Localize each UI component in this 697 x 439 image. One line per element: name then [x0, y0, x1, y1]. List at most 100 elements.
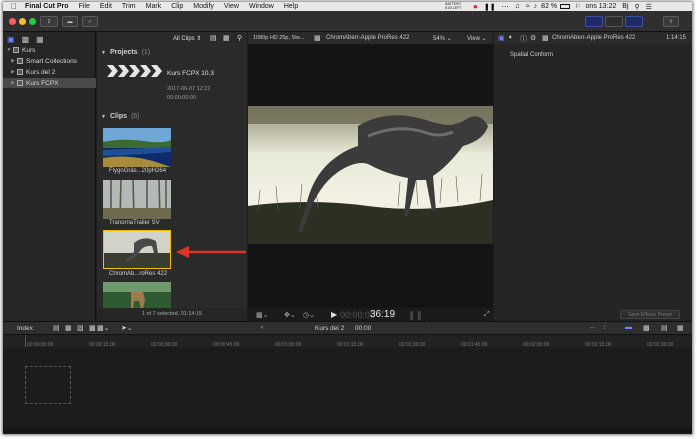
clip-filter-menu[interactable]: All Clips ⇕ — [173, 35, 201, 42]
flag-icon[interactable]: ⚐ — [575, 3, 580, 10]
sidebar-tabs: ▣ ▩ ▦ — [7, 34, 97, 44]
audio-skimming-icon[interactable]: ↕ — [603, 324, 607, 331]
info-inspector-icon[interactable]: ⓘ — [520, 34, 527, 44]
show-browser-button[interactable] — [585, 16, 603, 27]
viewer-view-menu[interactable]: View ⌄ — [467, 35, 487, 42]
timeline[interactable] — [3, 347, 692, 434]
trim-tool-icon[interactable]: ✥⌄ — [284, 311, 296, 319]
event-browser: ▼ Projects (1) Kurs FCPX 10.3 2017-06-07… — [97, 44, 247, 321]
disclosure-closed-icon[interactable]: ▶ — [9, 69, 17, 75]
clip-appearance-icon[interactable]: ▤ — [210, 34, 217, 42]
clips-section-header[interactable]: ▼ Clips (6) — [101, 113, 140, 120]
wifi-icon[interactable]: ≈ — [526, 3, 530, 10]
timeline-index-button[interactable]: Index — [17, 325, 33, 332]
menu-modify[interactable]: Modify — [193, 3, 214, 10]
disclosure-open-icon[interactable]: ▼ — [101, 50, 106, 56]
share-inspector-icon[interactable]: ⚙ — [530, 34, 536, 42]
photos-tab-icon[interactable]: ▩ — [22, 35, 30, 44]
clip-appearance-icon[interactable]: ▤ — [661, 324, 668, 332]
battery-icon[interactable] — [560, 4, 571, 9]
sidebar-library-kurs[interactable]: ▼ Kurs — [3, 45, 96, 55]
viewer-timecode[interactable]: 36:19 — [370, 309, 395, 320]
timeline-forward-icon[interactable]: › — [428, 324, 430, 331]
libraries-tab-icon[interactable]: ▣ — [7, 35, 15, 44]
menu-edit[interactable]: Edit — [100, 3, 112, 10]
disclosure-closed-icon[interactable]: ▶ — [9, 80, 17, 86]
clip-thumbnail-selected[interactable] — [103, 230, 171, 269]
edit-menu-icon[interactable]: ▩⌄ — [97, 324, 109, 332]
sidebar-item-kurs-del-2[interactable]: ▶ Kurs del 2 — [3, 67, 96, 77]
project-thumbnail[interactable] — [107, 64, 162, 78]
share-button[interactable]: ⇧ — [663, 16, 679, 27]
clip-thumbnail[interactable] — [103, 282, 171, 309]
close-window-button[interactable] — [9, 18, 16, 25]
video-inspector-icon[interactable]: ▣ — [498, 34, 505, 42]
search-icon[interactable]: ⚲ — [635, 3, 640, 11]
zoom-window-button[interactable] — [29, 18, 36, 25]
viewer-format[interactable]: 1080p HD 25p, Ste... — [253, 35, 304, 41]
volume-icon[interactable]: ♪ — [534, 3, 538, 10]
menu-trim[interactable]: Trim — [122, 3, 136, 10]
menu-window[interactable]: Window — [249, 3, 274, 10]
save-effects-preset-button[interactable]: Save Effects Preset — [620, 310, 680, 319]
menu-clock[interactable]: ons 13:22 — [586, 3, 617, 10]
sidebar-item-label: Kurs FCPX — [26, 79, 59, 87]
timeline-scrollbar[interactable] — [3, 427, 692, 434]
apple-icon[interactable]:  — [11, 2, 17, 11]
menu-mark[interactable]: Mark — [146, 3, 162, 10]
fullscreen-icon[interactable]: ⤢ — [484, 311, 490, 319]
menu-help[interactable]: Help — [284, 3, 298, 10]
menu-file[interactable]: File — [79, 3, 90, 10]
timeline-project-name[interactable]: Kurs del 2 — [315, 325, 344, 332]
notification-center-icon[interactable]: ☰ — [646, 3, 652, 11]
clip-thumbnail[interactable] — [103, 180, 171, 219]
project-name[interactable]: Kurs FCPX 10.3 — [167, 70, 214, 77]
menu-view[interactable]: View — [224, 3, 239, 10]
record-icon[interactable]: ● — [473, 2, 478, 11]
disclosure-open-icon[interactable]: ▼ — [5, 47, 13, 53]
show-inspector-button[interactable] — [625, 16, 643, 27]
background-tasks-button[interactable]: ✓ — [82, 16, 98, 27]
empty-timeline-placeholder[interactable] — [25, 366, 71, 404]
disclosure-closed-icon[interactable]: ▶ — [9, 58, 17, 64]
timeline-ruler[interactable]: 00:00:00:00 00:00:15:00 00:00:30:00 00:0… — [3, 335, 692, 434]
clip-thumbnail[interactable] — [103, 128, 171, 167]
keyword-button[interactable]: ▬ — [62, 16, 78, 27]
sidebar-item-kurs-fcpx[interactable]: ▶ Kurs FCPX — [3, 78, 96, 88]
clips-count: (6) — [131, 113, 140, 120]
inspector: Spatial Conform Save Effects Preset — [494, 44, 692, 321]
play-button[interactable]: ▶ — [331, 310, 337, 319]
append-clip-icon[interactable]: ▧ — [77, 324, 84, 332]
effects-browser-icon[interactable]: ▦ — [677, 324, 684, 332]
transform-menu-icon[interactable]: ▩⌄ — [256, 311, 268, 319]
solo-icon[interactable]: ▬ — [625, 324, 632, 331]
battery-percent[interactable]: 82 % — [541, 3, 557, 10]
import-button[interactable]: ↧ — [40, 16, 58, 27]
skimming-icon[interactable]: ↔ — [589, 324, 596, 331]
lastpass-icon[interactable]: ⋯ — [502, 3, 509, 11]
show-timeline-button[interactable] — [605, 16, 623, 27]
sidebar-item-smart-collections[interactable]: ▶ Smart Collections — [3, 56, 96, 66]
snapping-icon[interactable]: ▩ — [643, 324, 650, 332]
search-icon[interactable]: ⚲ — [237, 34, 242, 42]
insert-clip-icon[interactable]: ▦ — [65, 324, 72, 332]
projects-section-header[interactable]: ▼ Projects (1) — [101, 49, 150, 56]
filmstrip-view-icon[interactable]: ▦ — [223, 34, 230, 42]
disclosure-open-icon[interactable]: ▼ — [101, 114, 106, 120]
overwrite-clip-icon[interactable]: ▩ — [89, 324, 96, 332]
viewer-video-frame[interactable] — [248, 106, 493, 244]
menu-final-cut-pro[interactable]: Final Cut Pro — [25, 3, 69, 10]
menu-clip[interactable]: Clip — [171, 3, 183, 10]
share-icon: ⇧ — [668, 18, 674, 25]
speed-menu-icon[interactable]: ◷⌄ — [303, 311, 315, 319]
timeline-back-icon[interactable]: ‹ — [261, 324, 263, 331]
music-icon[interactable]: ♫ — [515, 3, 520, 10]
connect-clip-icon[interactable]: ▤ — [53, 324, 60, 332]
menu-user[interactable]: Bj — [622, 3, 628, 10]
audio-inspector-icon[interactable]: 🔈︎ — [509, 34, 513, 42]
minimize-window-button[interactable] — [19, 18, 26, 25]
pause-icon[interactable]: ❚❚ — [484, 3, 496, 11]
titles-tab-icon[interactable]: ▦ — [36, 35, 44, 44]
select-tool-icon[interactable]: ➤⌄ — [121, 324, 133, 332]
viewer-zoom[interactable]: 54% ⌄ — [433, 35, 452, 42]
